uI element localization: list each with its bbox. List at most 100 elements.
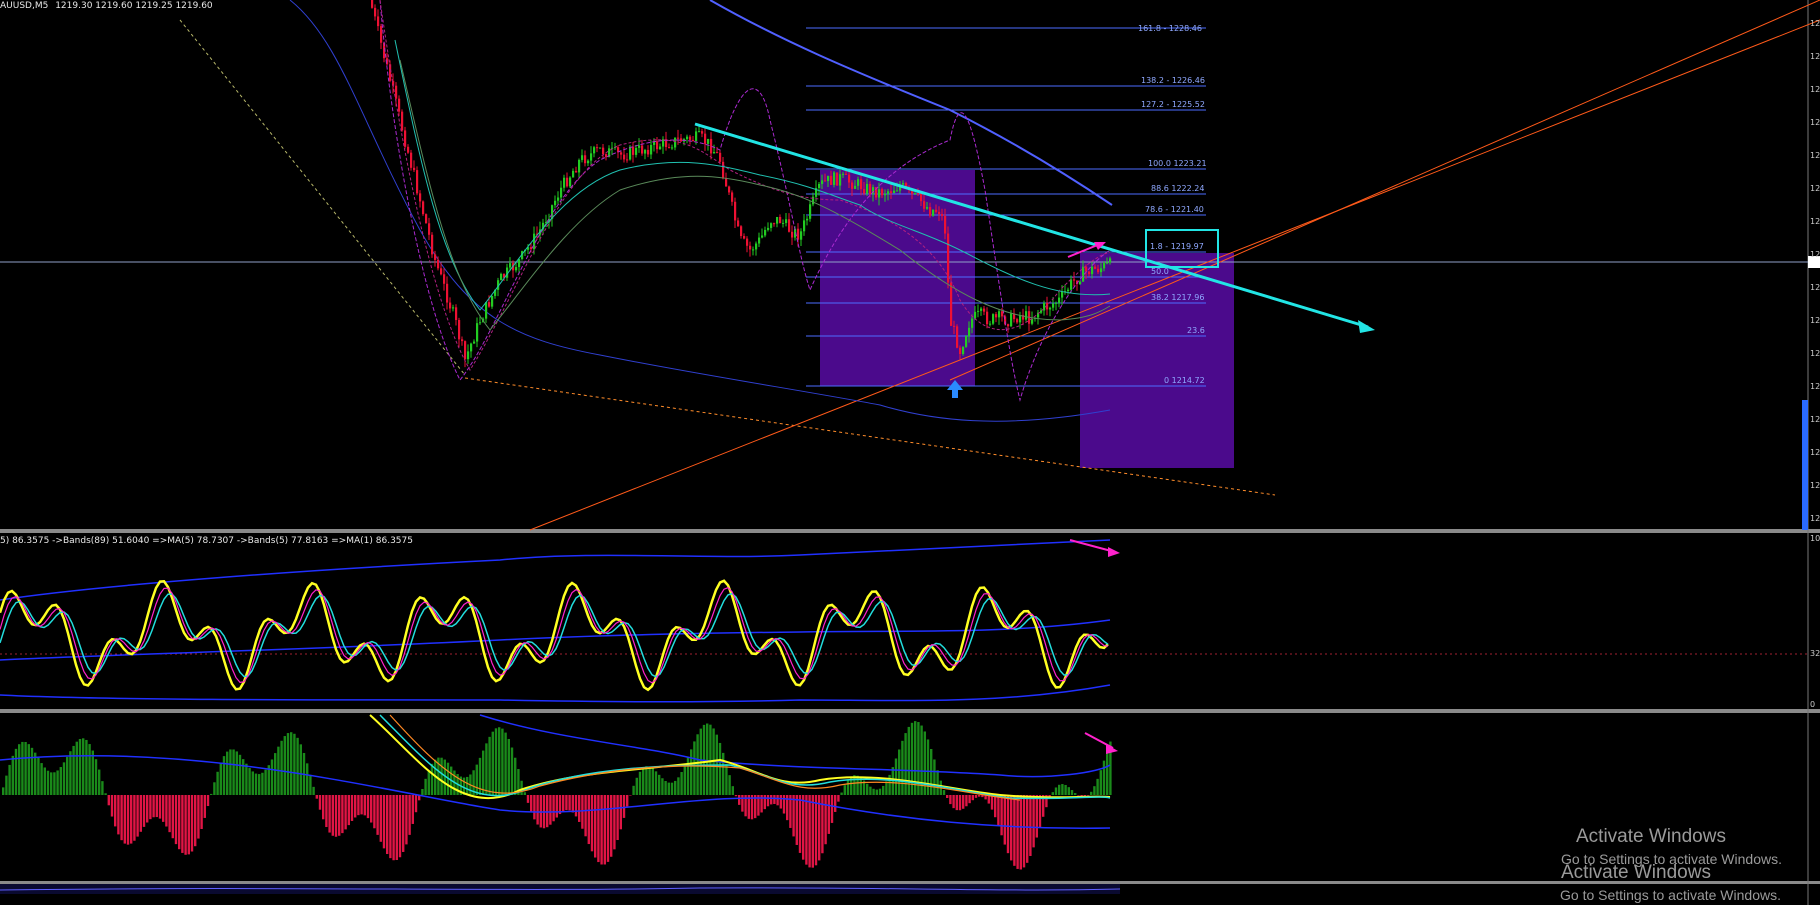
fib-label-88[interactable]: 88.6 1222.24 xyxy=(1151,184,1204,193)
candle[interactable] xyxy=(1058,291,1061,308)
candle[interactable] xyxy=(782,219,785,228)
candle[interactable] xyxy=(557,191,560,205)
fib-label-78[interactable]: 78.6 - 1221.40 xyxy=(1145,205,1204,214)
candle[interactable] xyxy=(761,228,764,239)
candle[interactable] xyxy=(836,172,839,186)
candle[interactable] xyxy=(641,139,644,156)
candle[interactable] xyxy=(431,232,434,258)
candle[interactable] xyxy=(602,143,605,159)
candle[interactable] xyxy=(758,232,761,247)
candle[interactable] xyxy=(647,145,650,158)
candle[interactable] xyxy=(665,131,668,151)
candle[interactable] xyxy=(743,233,746,240)
candle[interactable] xyxy=(746,236,749,253)
candle[interactable] xyxy=(698,126,701,133)
candle[interactable] xyxy=(1040,308,1043,314)
candle[interactable] xyxy=(371,0,374,9)
candle[interactable] xyxy=(833,170,836,188)
candle[interactable] xyxy=(422,200,425,216)
candle[interactable] xyxy=(485,301,488,323)
candle[interactable] xyxy=(731,190,734,206)
candle[interactable] xyxy=(572,168,575,178)
candle[interactable] xyxy=(704,125,707,151)
candle[interactable] xyxy=(983,306,986,316)
candle[interactable] xyxy=(581,149,584,163)
candle[interactable] xyxy=(773,222,776,227)
candle[interactable] xyxy=(965,335,968,348)
candle[interactable] xyxy=(632,141,635,163)
candle[interactable] xyxy=(737,217,740,227)
candle[interactable] xyxy=(401,109,404,132)
candle[interactable] xyxy=(464,340,467,368)
candle[interactable] xyxy=(620,150,623,160)
candle[interactable] xyxy=(419,190,422,208)
candle[interactable] xyxy=(470,342,473,358)
chart-window[interactable]: AUUSD,M5 1219.30 1219.60 1219.25 1219.60… xyxy=(0,0,1820,905)
candle[interactable] xyxy=(806,216,809,226)
candle[interactable] xyxy=(650,140,653,160)
candle[interactable] xyxy=(791,225,794,245)
candle[interactable] xyxy=(755,241,758,256)
candle[interactable] xyxy=(716,147,719,154)
fib-label-100[interactable]: 100.0 1223.21 xyxy=(1148,159,1207,168)
candle[interactable] xyxy=(584,150,587,167)
candle[interactable] xyxy=(701,128,704,138)
candle[interactable] xyxy=(1028,306,1031,332)
candle[interactable] xyxy=(776,216,779,228)
candle[interactable] xyxy=(989,320,992,327)
dashed-trendline[interactable] xyxy=(179,19,466,376)
candle[interactable] xyxy=(575,166,578,173)
candle[interactable] xyxy=(374,4,377,21)
candle[interactable] xyxy=(767,222,770,232)
candle[interactable] xyxy=(512,260,515,278)
fib-label-61[interactable]: 1.8 - 1219.97 xyxy=(1150,242,1204,251)
candle[interactable] xyxy=(725,172,728,187)
candle[interactable] xyxy=(662,136,665,154)
candle[interactable] xyxy=(452,304,455,312)
candle[interactable] xyxy=(674,137,677,151)
candle[interactable] xyxy=(719,149,722,165)
candle[interactable] xyxy=(977,304,980,318)
candle[interactable] xyxy=(800,228,803,247)
bollinger-bands[interactable] xyxy=(379,0,1111,402)
candle[interactable] xyxy=(998,309,1001,325)
fib-label-50[interactable]: 50.0 xyxy=(1151,267,1169,276)
fib-label-161[interactable]: 161.8 - 1228.46 xyxy=(1138,24,1202,33)
fib-label-127[interactable]: 127.2 - 1225.52 xyxy=(1141,100,1205,109)
candle[interactable] xyxy=(398,95,401,117)
candle[interactable] xyxy=(446,276,449,310)
candle[interactable] xyxy=(377,9,380,31)
candle[interactable] xyxy=(1037,309,1040,325)
candle[interactable] xyxy=(692,136,695,142)
candle[interactable] xyxy=(476,317,479,348)
candle[interactable] xyxy=(566,172,569,188)
orange-channel-upper[interactable] xyxy=(949,0,1820,381)
candle[interactable] xyxy=(752,246,755,256)
candle[interactable] xyxy=(380,23,383,50)
fib-label-0[interactable]: 0 1214.72 xyxy=(1164,376,1205,385)
candle[interactable] xyxy=(443,268,446,291)
candle[interactable] xyxy=(1073,271,1076,287)
candle[interactable] xyxy=(410,149,413,171)
candle[interactable] xyxy=(728,185,731,196)
candle[interactable] xyxy=(770,222,773,232)
candle[interactable] xyxy=(812,192,815,207)
histogram-pane[interactable] xyxy=(0,714,1118,870)
candle[interactable] xyxy=(809,200,812,222)
candle[interactable] xyxy=(1049,306,1052,317)
candle[interactable] xyxy=(947,226,950,289)
candle[interactable] xyxy=(788,213,791,233)
candle[interactable] xyxy=(1013,308,1016,323)
candle[interactable] xyxy=(407,144,410,154)
candle[interactable] xyxy=(980,306,983,316)
candle[interactable] xyxy=(992,313,995,326)
candle[interactable] xyxy=(785,212,788,227)
candle[interactable] xyxy=(797,223,800,247)
candle[interactable] xyxy=(686,134,689,144)
candle[interactable] xyxy=(491,295,494,309)
fib-label-23[interactable]: 23.6 xyxy=(1187,326,1205,335)
candle[interactable] xyxy=(986,307,989,329)
candle[interactable] xyxy=(734,197,737,229)
candle[interactable] xyxy=(932,209,935,217)
candle[interactable] xyxy=(713,144,716,154)
